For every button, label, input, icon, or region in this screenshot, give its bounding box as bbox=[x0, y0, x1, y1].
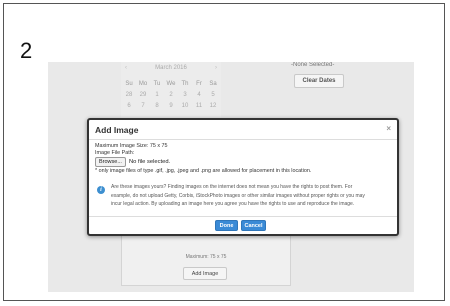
modal-title: Add Image bbox=[95, 125, 139, 135]
calendar-week-row: 28 29 1 2 3 4 5 bbox=[121, 89, 221, 100]
calendar-day[interactable]: 29 bbox=[137, 92, 149, 98]
cancel-button[interactable]: Cancel bbox=[241, 220, 266, 231]
clear-dates-button[interactable]: Clear Dates bbox=[294, 74, 344, 88]
app-screen: ‹ March 2016 › Su Mo Tu We Th Fr Sa 28 2… bbox=[48, 62, 414, 292]
close-icon[interactable]: × bbox=[386, 124, 391, 133]
browse-button[interactable]: Browse... bbox=[95, 157, 126, 167]
calendar-weekday-row: Su Mo Tu We Th Fr Sa bbox=[121, 78, 221, 89]
info-icon: i bbox=[97, 186, 105, 194]
rights-notice-text: Are these images yours? Finding images o… bbox=[111, 183, 391, 209]
notice-line: example, do not upload Getty, Corbis, iS… bbox=[111, 192, 365, 199]
file-input[interactable]: Browse... No file selected. bbox=[95, 157, 170, 167]
weekday-label: Th bbox=[181, 80, 189, 87]
calendar-grid: Su Mo Tu We Th Fr Sa 28 29 1 2 3 4 5 6 7… bbox=[121, 78, 221, 111]
calendar-day[interactable]: 5 bbox=[207, 92, 219, 98]
date-picker-calendar: ‹ March 2016 › Su Mo Tu We Th Fr Sa 28 2… bbox=[121, 62, 221, 122]
file-path-label: Image File Path: bbox=[95, 150, 135, 156]
calendar-day[interactable]: 11 bbox=[193, 103, 205, 109]
screenshot-frame: 2 ‹ March 2016 › Su Mo Tu We Th Fr Sa 28… bbox=[3, 3, 445, 301]
calendar-prev-icon[interactable]: ‹ bbox=[121, 65, 131, 71]
calendar-day[interactable]: 3 bbox=[179, 92, 191, 98]
weekday-label: Mo bbox=[138, 80, 148, 87]
calendar-day[interactable]: 1 bbox=[151, 92, 163, 98]
calendar-day[interactable]: 7 bbox=[137, 103, 149, 109]
calendar-week-row: 6 7 8 9 10 11 12 bbox=[121, 100, 221, 111]
file-types-note: * only image files of type .gif, .jpg, .… bbox=[95, 168, 312, 174]
date-selection-status: -None Selected- bbox=[291, 62, 335, 68]
calendar-month-label: March 2016 bbox=[155, 65, 187, 71]
calendar-day[interactable]: 4 bbox=[193, 92, 205, 98]
modal-header-divider bbox=[89, 139, 397, 140]
file-status-text: No file selected. bbox=[128, 159, 171, 165]
modal-footer-divider bbox=[89, 216, 397, 217]
notice-line: Are these images yours? Finding images o… bbox=[111, 184, 353, 190]
notice-line: incur legal action. By uploading an imag… bbox=[111, 201, 355, 207]
calendar-day[interactable]: 6 bbox=[123, 103, 135, 109]
calendar-header: ‹ March 2016 › bbox=[121, 64, 221, 72]
add-image-button[interactable]: Add Image bbox=[183, 267, 227, 280]
calendar-day[interactable]: 10 bbox=[179, 103, 191, 109]
calendar-day[interactable]: 12 bbox=[207, 103, 219, 109]
max-image-size-text: Maximum Image Size: 75 x 75 bbox=[95, 143, 168, 149]
step-number: 2 bbox=[20, 38, 33, 63]
calendar-day[interactable]: 28 bbox=[123, 92, 135, 98]
weekday-label: Fr bbox=[196, 80, 202, 87]
weekday-label: Sa bbox=[209, 80, 217, 87]
calendar-day[interactable]: 8 bbox=[151, 103, 163, 109]
done-button[interactable]: Done bbox=[215, 220, 238, 231]
calendar-day[interactable]: 2 bbox=[165, 92, 177, 98]
add-image-modal: Add Image × Maximum Image Size: 75 x 75 … bbox=[87, 118, 399, 236]
weekday-label: Tu bbox=[153, 80, 161, 87]
calendar-next-icon[interactable]: › bbox=[211, 65, 221, 71]
weekday-label: Su bbox=[125, 80, 133, 87]
calendar-day[interactable]: 9 bbox=[165, 103, 177, 109]
weekday-label: We bbox=[166, 80, 176, 87]
max-size-text: Maximum: 75 x 75 bbox=[185, 254, 227, 260]
